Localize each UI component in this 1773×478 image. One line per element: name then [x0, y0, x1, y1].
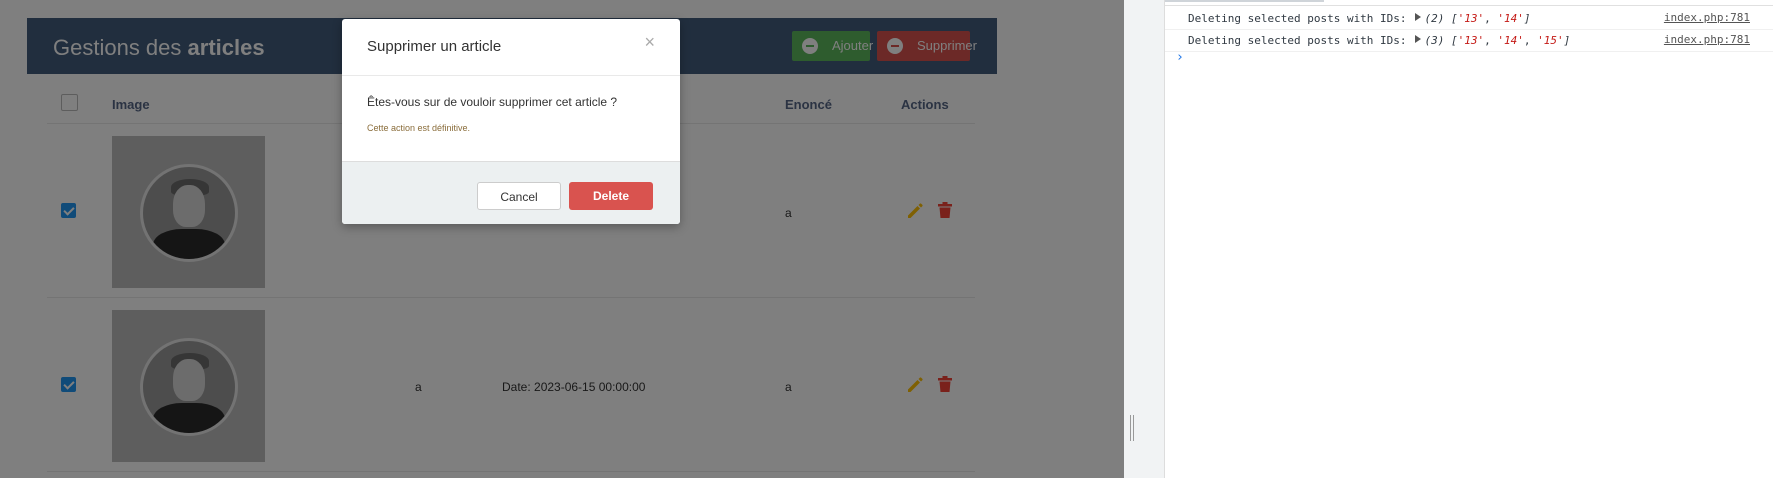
console-toolbar [1165, 0, 1773, 6]
modal-title: Supprimer un article [367, 38, 502, 55]
grip-icon [1130, 415, 1134, 441]
cancel-button[interactable]: Cancel [477, 182, 561, 210]
console-log-line: Deleting selected posts with IDs: (2) ['1… [1165, 7, 1773, 30]
web-page: Gestions des articles Ajouter Supprimer … [0, 0, 1124, 478]
modal-message: Êtes-vous sur de vouloir supprimer cet a… [367, 95, 618, 109]
expand-triangle-icon[interactable] [1414, 13, 1421, 21]
close-icon[interactable]: × [644, 32, 655, 53]
confirm-delete-button[interactable]: Delete [569, 182, 653, 210]
source-link[interactable]: index.php:781 [1664, 11, 1750, 24]
devtools-console: Deleting selected posts with IDs: (2) ['1… [1165, 0, 1773, 478]
delete-confirm-modal: Supprimer un article × Êtes-vous sur de … [342, 19, 680, 224]
devtools-sidebar-gutter [1144, 0, 1165, 478]
console-log-line: Deleting selected posts with IDs: (3) ['1… [1165, 29, 1773, 52]
console-prompt-input[interactable]: › [1176, 50, 1184, 65]
expand-triangle-icon[interactable] [1414, 35, 1421, 43]
modal-divider [342, 75, 680, 76]
modal-warning: Cette action est définitive. [367, 123, 471, 133]
devtools-resize-handle[interactable] [1124, 0, 1144, 478]
source-link[interactable]: index.php:781 [1664, 33, 1750, 46]
modal-footer: Cancel Delete [342, 161, 680, 224]
